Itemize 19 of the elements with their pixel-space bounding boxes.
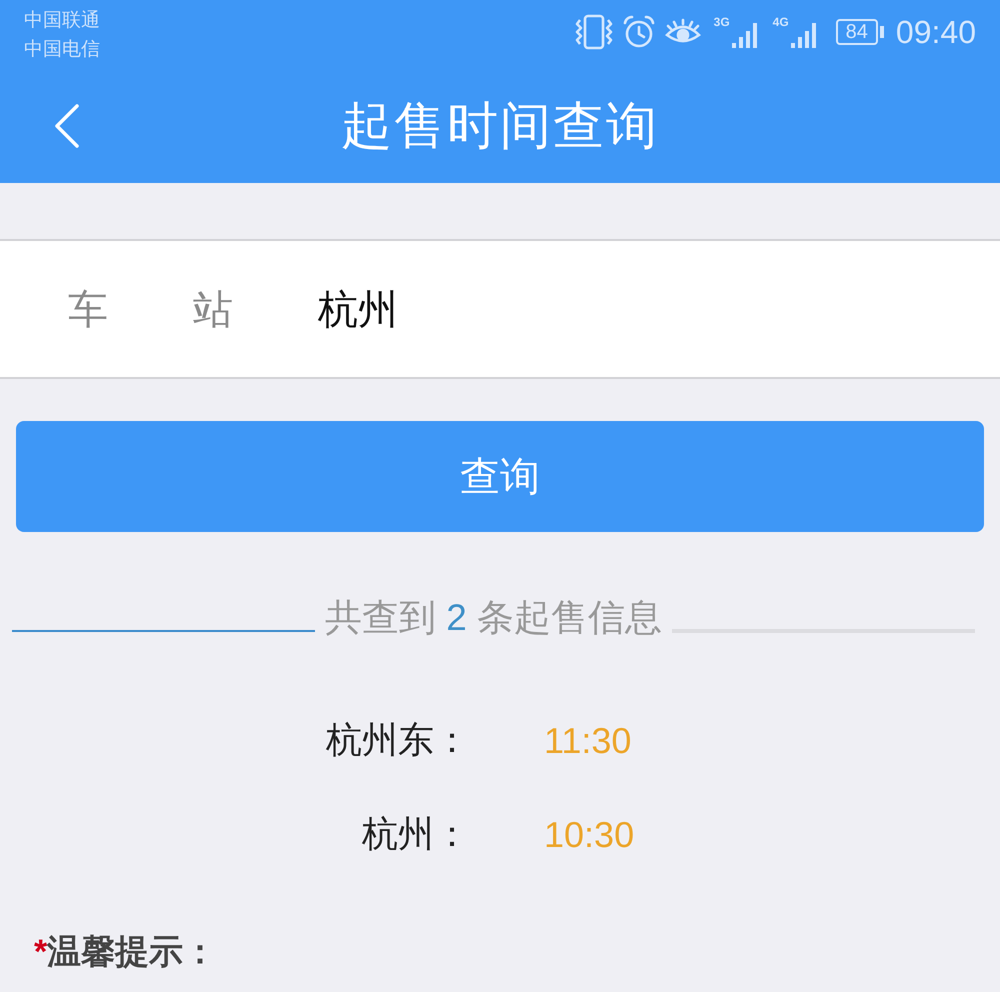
back-icon	[54, 104, 80, 148]
station-name: 杭州：	[362, 812, 470, 856]
network-type-label: 3G	[714, 15, 730, 29]
result-summary: 共查到 2 条起售信息	[324, 596, 662, 640]
page-title: 起售时间查询	[341, 96, 659, 156]
battery-indicator: 84	[836, 19, 884, 45]
station-field[interactable]: 车 站 杭州	[0, 239, 1000, 379]
sale-time: 11:30	[544, 720, 632, 762]
status-time: 09:40	[896, 14, 976, 50]
carrier-name: 中国电信	[24, 38, 100, 62]
station-value: 杭州	[318, 286, 398, 334]
tip-heading: *温馨提示：	[34, 933, 218, 971]
alarm-clock-icon	[622, 15, 656, 49]
vibrate-icon	[574, 14, 614, 50]
station-name: 杭州东：	[326, 718, 470, 762]
network-type-label: 4G	[772, 15, 789, 29]
sale-time: 10:30	[544, 814, 634, 856]
carrier-name: 中国联通	[24, 9, 100, 33]
station-label: 车 站	[68, 286, 234, 334]
